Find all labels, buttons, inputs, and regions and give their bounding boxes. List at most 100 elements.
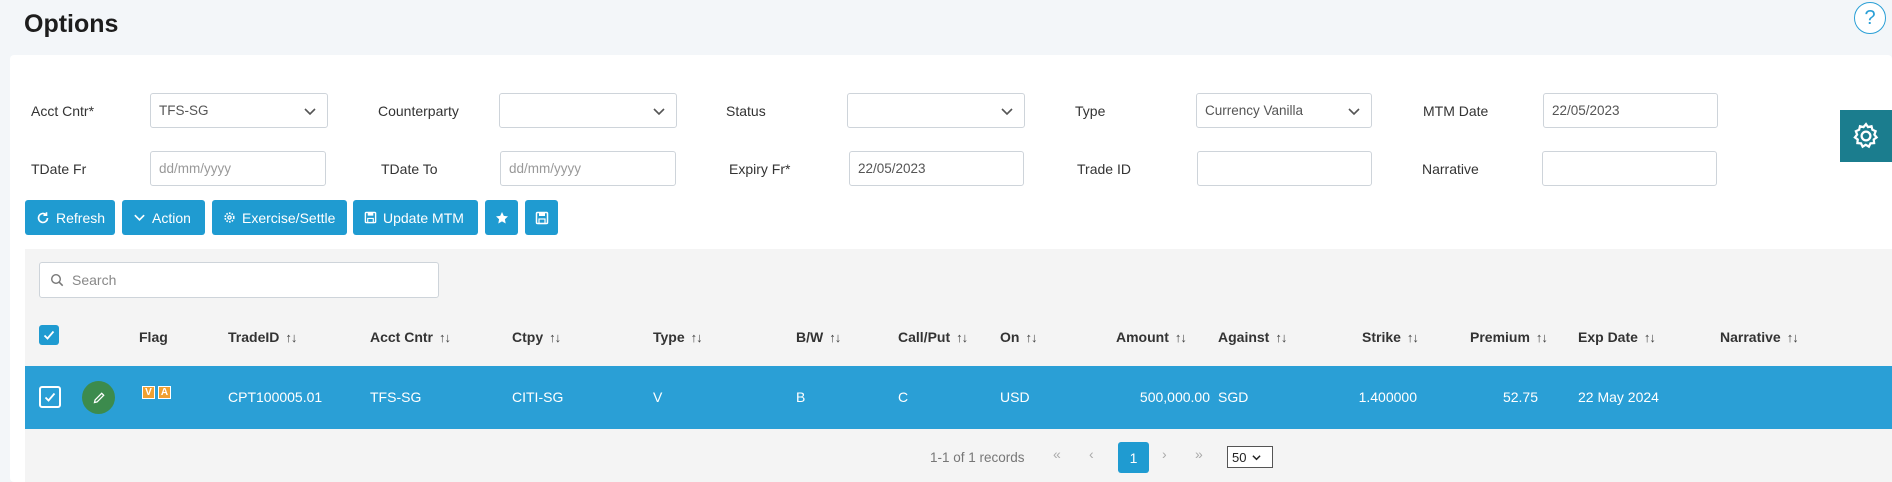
table-row[interactable]: V A CPT100005.01 TFS-SG CITI-SG V B C US… [25,366,1892,429]
expiry-fr-input[interactable]: 22/05/2023 [849,151,1024,186]
chevron-down-icon [653,108,665,116]
sort-icon[interactable]: ↑↓ [439,330,451,345]
col-premium[interactable]: Premium ↑↓ [1470,329,1548,345]
select-all-checkbox[interactable] [39,325,59,345]
tdate-fr-placeholder: dd/mm/yyyy [159,161,232,176]
col-amount[interactable]: Amount ↑↓ [1116,329,1187,345]
first-page-icon[interactable]: « [1053,446,1061,462]
update-mtm-button[interactable]: Update MTM [353,200,478,235]
search-placeholder: Search [72,272,117,288]
refresh-icon [37,211,49,223]
cell-amount: 500,000.00 [1139,389,1210,405]
sort-icon[interactable]: ↑↓ [1175,330,1187,345]
status-label: Status [726,103,766,119]
save-icon [535,211,548,224]
mtm-date-label: MTM Date [1423,103,1489,119]
chevron-down-icon [134,214,145,222]
col-strike[interactable]: Strike ↑↓ [1362,329,1419,345]
cell-ctpy: CITI-SG [512,389,564,405]
help-button[interactable]: ? [1854,2,1886,34]
cell-bw: B [796,389,806,405]
prev-page-icon[interactable]: ‹ [1089,446,1094,462]
col-trade-id[interactable]: TradeID ↑↓ [228,329,297,345]
cell-type: V [653,389,663,405]
check-icon [43,330,55,340]
cell-trade-id: CPT100005.01 [228,389,323,405]
status-select[interactable] [847,93,1025,128]
sort-icon[interactable]: ↑↓ [1536,330,1548,345]
cell-exp-date: 22 May 2024 [1578,389,1659,405]
star-icon [495,211,508,223]
mtm-date-input[interactable]: 22/05/2023 [1543,93,1718,128]
records-info: 1-1 of 1 records [930,450,1025,465]
sort-icon[interactable]: ↑↓ [1407,330,1419,345]
col-narrative[interactable]: Narrative ↑↓ [1720,329,1799,345]
col-call-put[interactable]: Call/Put ↑↓ [898,329,968,345]
counterparty-select[interactable] [499,93,677,128]
refresh-button[interactable]: Refresh [25,200,115,235]
gear-icon [1853,122,1879,149]
sort-icon[interactable]: ↑↓ [285,330,297,345]
last-page-icon[interactable]: » [1195,446,1203,462]
action-label: Action [152,209,191,226]
sort-icon[interactable]: ↑↓ [829,330,841,345]
narrative-label: Narrative [1422,161,1479,177]
settings-button[interactable] [1840,110,1892,162]
cell-on: USD [1000,389,1030,405]
edit-button[interactable] [82,381,115,414]
sort-icon[interactable]: ↑↓ [1275,330,1287,345]
trade-id-label: Trade ID [1077,161,1131,177]
acct-cntr-value: TFS-SG [159,103,209,118]
acct-cntr-select[interactable]: TFS-SG [150,93,328,128]
tdate-fr-input[interactable]: dd/mm/yyyy [150,151,326,186]
row-checkbox[interactable] [39,386,61,408]
refresh-label: Refresh [56,209,106,226]
next-page-icon[interactable]: › [1162,446,1167,462]
check-icon [44,392,56,402]
action-button[interactable]: Action [122,200,205,235]
expiry-fr-label: Expiry Fr* [729,161,791,177]
help-icon: ? [1864,6,1876,29]
favorite-button[interactable] [485,200,518,235]
cell-against: SGD [1218,389,1249,405]
sort-icon[interactable]: ↑↓ [691,330,703,345]
col-bw[interactable]: B/W ↑↓ [796,329,841,345]
cell-premium: 52.75 [1502,389,1538,405]
chevron-down-icon [1252,454,1262,460]
col-exp-date[interactable]: Exp Date ↑↓ [1578,329,1656,345]
col-acct-cntr[interactable]: Acct Cntr ↑↓ [370,329,451,345]
update-mtm-label: Update MTM [383,209,464,226]
sort-icon[interactable]: ↑↓ [1644,330,1656,345]
exercise-settle-button[interactable]: Exercise/Settle [212,200,347,235]
page-size-value: 50 [1232,449,1247,465]
flag-a-icon: A [158,386,171,399]
save-icon [364,211,377,224]
save-layout-button[interactable] [525,200,558,235]
col-flag[interactable]: Flag [139,329,168,345]
col-against[interactable]: Against ↑↓ [1218,329,1287,345]
search-input[interactable]: Search [39,262,439,298]
type-value: Currency Vanilla [1205,103,1304,118]
tdate-to-input[interactable]: dd/mm/yyyy [500,151,676,186]
cell-acct-cntr: TFS-SG [370,389,422,405]
search-icon [50,273,64,287]
col-on[interactable]: On ↑↓ [1000,329,1037,345]
trade-id-input[interactable] [1197,151,1372,186]
sort-icon[interactable]: ↑↓ [1787,330,1799,345]
type-label: Type [1075,103,1106,119]
type-select[interactable]: Currency Vanilla [1196,93,1372,128]
results-grid: Search Flag TradeID ↑↓ Acct Cntr ↑↓ Ctpy ↑↓… [25,249,1892,482]
page-size-select[interactable]: 50 [1227,446,1273,468]
narrative-input[interactable] [1542,151,1717,186]
tdate-to-label: TDate To [381,161,438,177]
sort-icon[interactable]: ↑↓ [1025,330,1037,345]
sort-icon[interactable]: ↑↓ [956,330,968,345]
col-ctpy[interactable]: Ctpy ↑↓ [512,329,561,345]
col-type[interactable]: Type ↑↓ [653,329,703,345]
chevron-down-icon [1001,108,1013,116]
sort-icon[interactable]: ↑↓ [549,330,561,345]
exercise-settle-label: Exercise/Settle [242,209,336,226]
table-header: Flag TradeID ↑↓ Acct Cntr ↑↓ Ctpy ↑↓ Type ↑↓… [25,308,1892,366]
page-button-current[interactable]: 1 [1118,442,1149,473]
cell-strike: 1.400000 [1358,389,1417,405]
